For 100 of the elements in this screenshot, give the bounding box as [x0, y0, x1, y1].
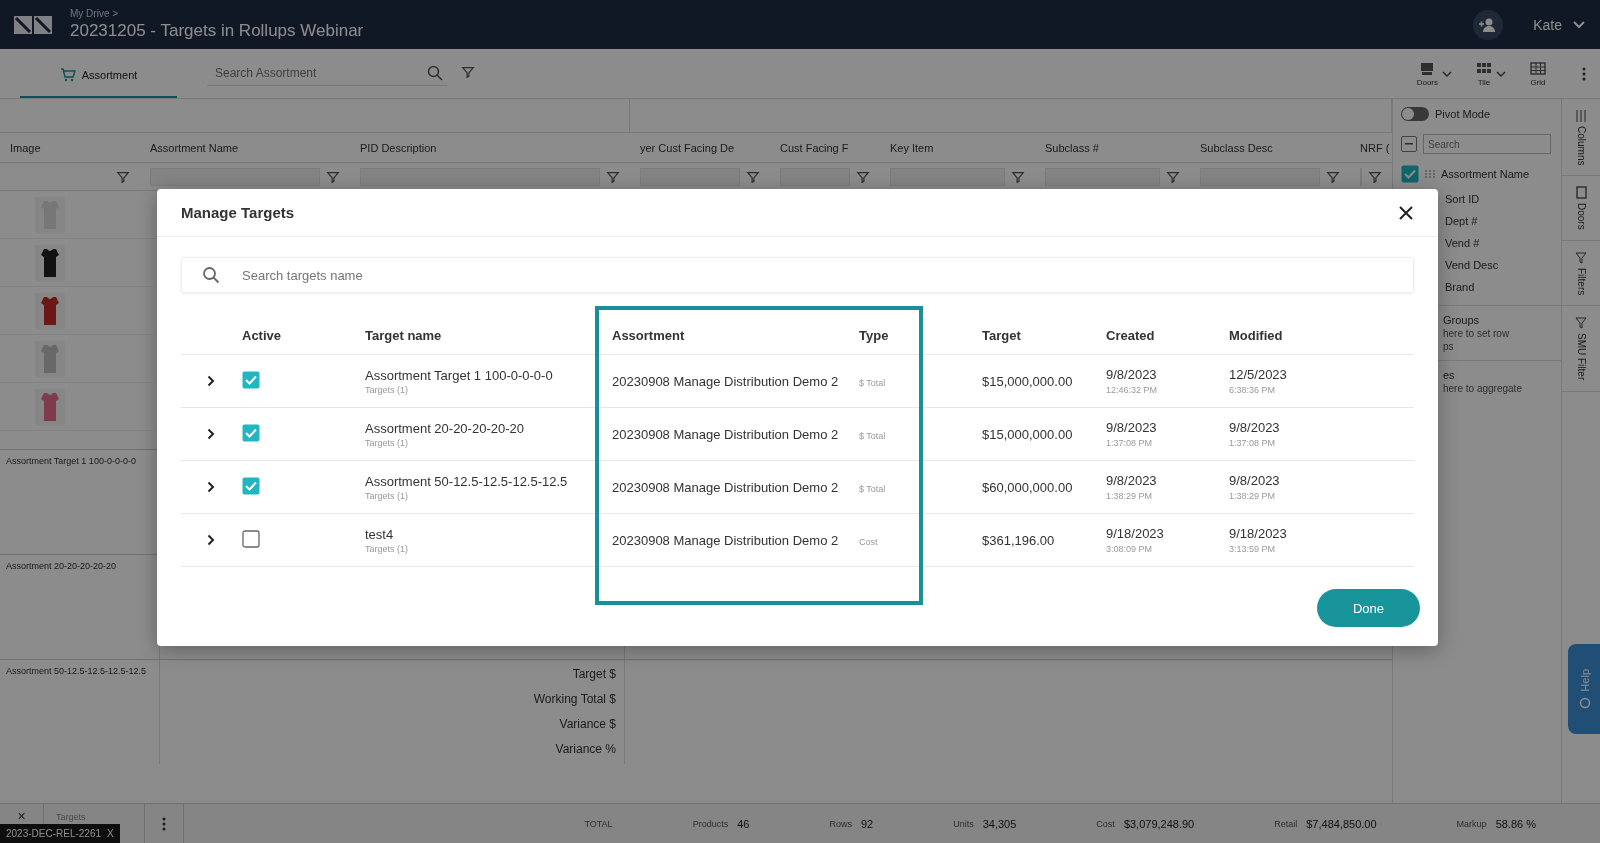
- column-header[interactable]: Key Item: [880, 141, 1035, 154]
- expand-icon[interactable]: [206, 375, 215, 387]
- date-text: 9/8/2023: [1106, 473, 1158, 488]
- stat-label: Markup: [1456, 818, 1487, 829]
- filter-field[interactable]: [150, 167, 320, 186]
- column-header[interactable]: Subclass Desc: [1190, 141, 1350, 154]
- chevron-down-icon[interactable]: [1496, 69, 1506, 78]
- target-subtitle: Targets (1): [365, 543, 409, 554]
- column-item[interactable]: Brand: [1445, 281, 1475, 293]
- metric-label: Variance $: [559, 716, 616, 733]
- filters-tab[interactable]: Filters: [1562, 241, 1600, 307]
- hint-text: here to set row: [1443, 328, 1511, 339]
- column-item[interactable]: Dept #: [1445, 215, 1478, 227]
- active-checkbox[interactable]: [242, 529, 260, 548]
- filter-field[interactable]: [780, 167, 850, 186]
- chevron-down-icon[interactable]: [1572, 19, 1586, 30]
- filter-field[interactable]: [890, 167, 1005, 186]
- active-checkbox[interactable]: [242, 423, 260, 442]
- done-button[interactable]: Done: [1317, 589, 1420, 627]
- doors-tab[interactable]: Doors: [1562, 176, 1600, 242]
- logo-icon[interactable]: [14, 13, 52, 36]
- view-button[interactable]: Grid: [1530, 60, 1546, 87]
- close-button[interactable]: ×: [17, 809, 26, 823]
- active-checkbox[interactable]: [242, 370, 260, 389]
- time-text: 3:08:09 PM: [1106, 544, 1154, 554]
- collapse-icon[interactable]: [1401, 136, 1417, 152]
- section-title: Groups: [1443, 314, 1481, 326]
- column-checkbox[interactable]: [1401, 165, 1419, 183]
- filter-field[interactable]: [1045, 167, 1160, 186]
- close-button[interactable]: X: [107, 828, 114, 839]
- filter-icon[interactable]: [116, 169, 130, 184]
- active-checkbox[interactable]: [242, 476, 260, 495]
- filter-tab[interactable]: SMU Filter: [1562, 306, 1600, 392]
- column-item[interactable]: Vend #: [1445, 237, 1480, 249]
- toggle-switch[interactable]: [1401, 107, 1429, 121]
- tile-icon: [1476, 60, 1492, 76]
- filter-icon[interactable]: [461, 64, 475, 79]
- table-cell: $15,000,000.00: [982, 426, 1073, 442]
- target-subtitle: Targets (1): [365, 437, 409, 448]
- expand-icon[interactable]: [206, 481, 215, 493]
- filter-icon[interactable]: [1166, 169, 1180, 184]
- filter-icon[interactable]: [1368, 169, 1382, 184]
- time-text: 6:38:36 PM: [1229, 385, 1277, 395]
- column-header[interactable]: Image: [0, 141, 140, 154]
- time-text: 1:38:29 PM: [1106, 491, 1154, 501]
- column-header[interactable]: Assortment Name: [140, 141, 350, 154]
- view-button[interactable]: Doors: [1416, 60, 1438, 87]
- filter-field[interactable]: [1200, 167, 1320, 186]
- date-text: 9/18/2023: [1229, 526, 1288, 541]
- add-user-button[interactable]: [1473, 9, 1504, 40]
- column-header[interactable]: NRF (: [1350, 141, 1392, 154]
- column-header[interactable]: Cust Facing F: [770, 141, 880, 154]
- column-header[interactable]: PID Description: [350, 141, 630, 154]
- table-cell: 20230908 Manage Distribution Demo 2: [612, 373, 839, 389]
- search-icon[interactable]: [427, 65, 443, 81]
- filter-field[interactable]: [360, 167, 600, 186]
- filter-icon[interactable]: [1011, 169, 1025, 184]
- more-icon[interactable]: [1582, 66, 1586, 81]
- more-icon[interactable]: [162, 816, 166, 831]
- user-menu[interactable]: Kate: [1533, 16, 1562, 33]
- breadcrumb-link[interactable]: My Drive >: [70, 8, 364, 19]
- column-header: Target name: [365, 328, 442, 343]
- chat-icon: [1579, 697, 1592, 710]
- filter-icon[interactable]: [746, 169, 760, 184]
- toggle-label: Pivot Mode: [1435, 108, 1491, 120]
- table-cell: $361,196.00: [982, 532, 1055, 548]
- column-item[interactable]: Vend Desc: [1445, 259, 1499, 271]
- hint-text: ps: [1443, 341, 1455, 352]
- search-field[interactable]: Search Assortment: [213, 65, 427, 81]
- metric-label: Working Total $: [533, 691, 616, 708]
- table-cell: Cost: [859, 536, 878, 547]
- search-field[interactable]: Search: [1423, 134, 1551, 154]
- filter-icon[interactable]: [856, 169, 870, 184]
- table-cell: 20230908 Manage Distribution Demo 2: [612, 426, 839, 442]
- time-text: 1:38:29 PM: [1229, 491, 1277, 501]
- column-item[interactable]: Sort ID: [1445, 193, 1480, 205]
- date-text: 9/8/2023: [1229, 473, 1281, 488]
- chevron-down-icon[interactable]: [1442, 69, 1452, 78]
- stat-label: Cost: [1096, 818, 1115, 829]
- filter-icon[interactable]: [1326, 169, 1340, 184]
- filter-icon[interactable]: [606, 169, 620, 184]
- help-tab[interactable]: Help: [1568, 644, 1600, 734]
- target-name: Assortment 50-12.5-12.5-12.5-12.5: [365, 473, 569, 489]
- table-cell: $ Total: [859, 483, 886, 494]
- assortment-tab[interactable]: Assortment: [20, 53, 177, 98]
- expand-icon[interactable]: [206, 534, 215, 546]
- table-cell: 20230908 Manage Distribution Demo 2: [612, 532, 839, 548]
- column-header[interactable]: Subclass #: [1035, 141, 1190, 154]
- view-button[interactable]: Tile: [1476, 60, 1492, 87]
- date-text: 9/8/2023: [1229, 420, 1281, 435]
- column-header[interactable]: yer Cust Facing De: [630, 141, 770, 154]
- drag-handle-icon[interactable]: [1425, 170, 1435, 178]
- expand-icon[interactable]: [206, 428, 215, 440]
- filter-icon[interactable]: [326, 169, 340, 184]
- column-item[interactable]: Assortment Name: [1441, 168, 1530, 180]
- columns-tab[interactable]: Columns: [1562, 99, 1600, 177]
- filter-icon: [1575, 316, 1588, 330]
- close-icon[interactable]: [1398, 204, 1414, 221]
- filter-field[interactable]: [640, 167, 740, 186]
- column-header: Type: [859, 328, 889, 343]
